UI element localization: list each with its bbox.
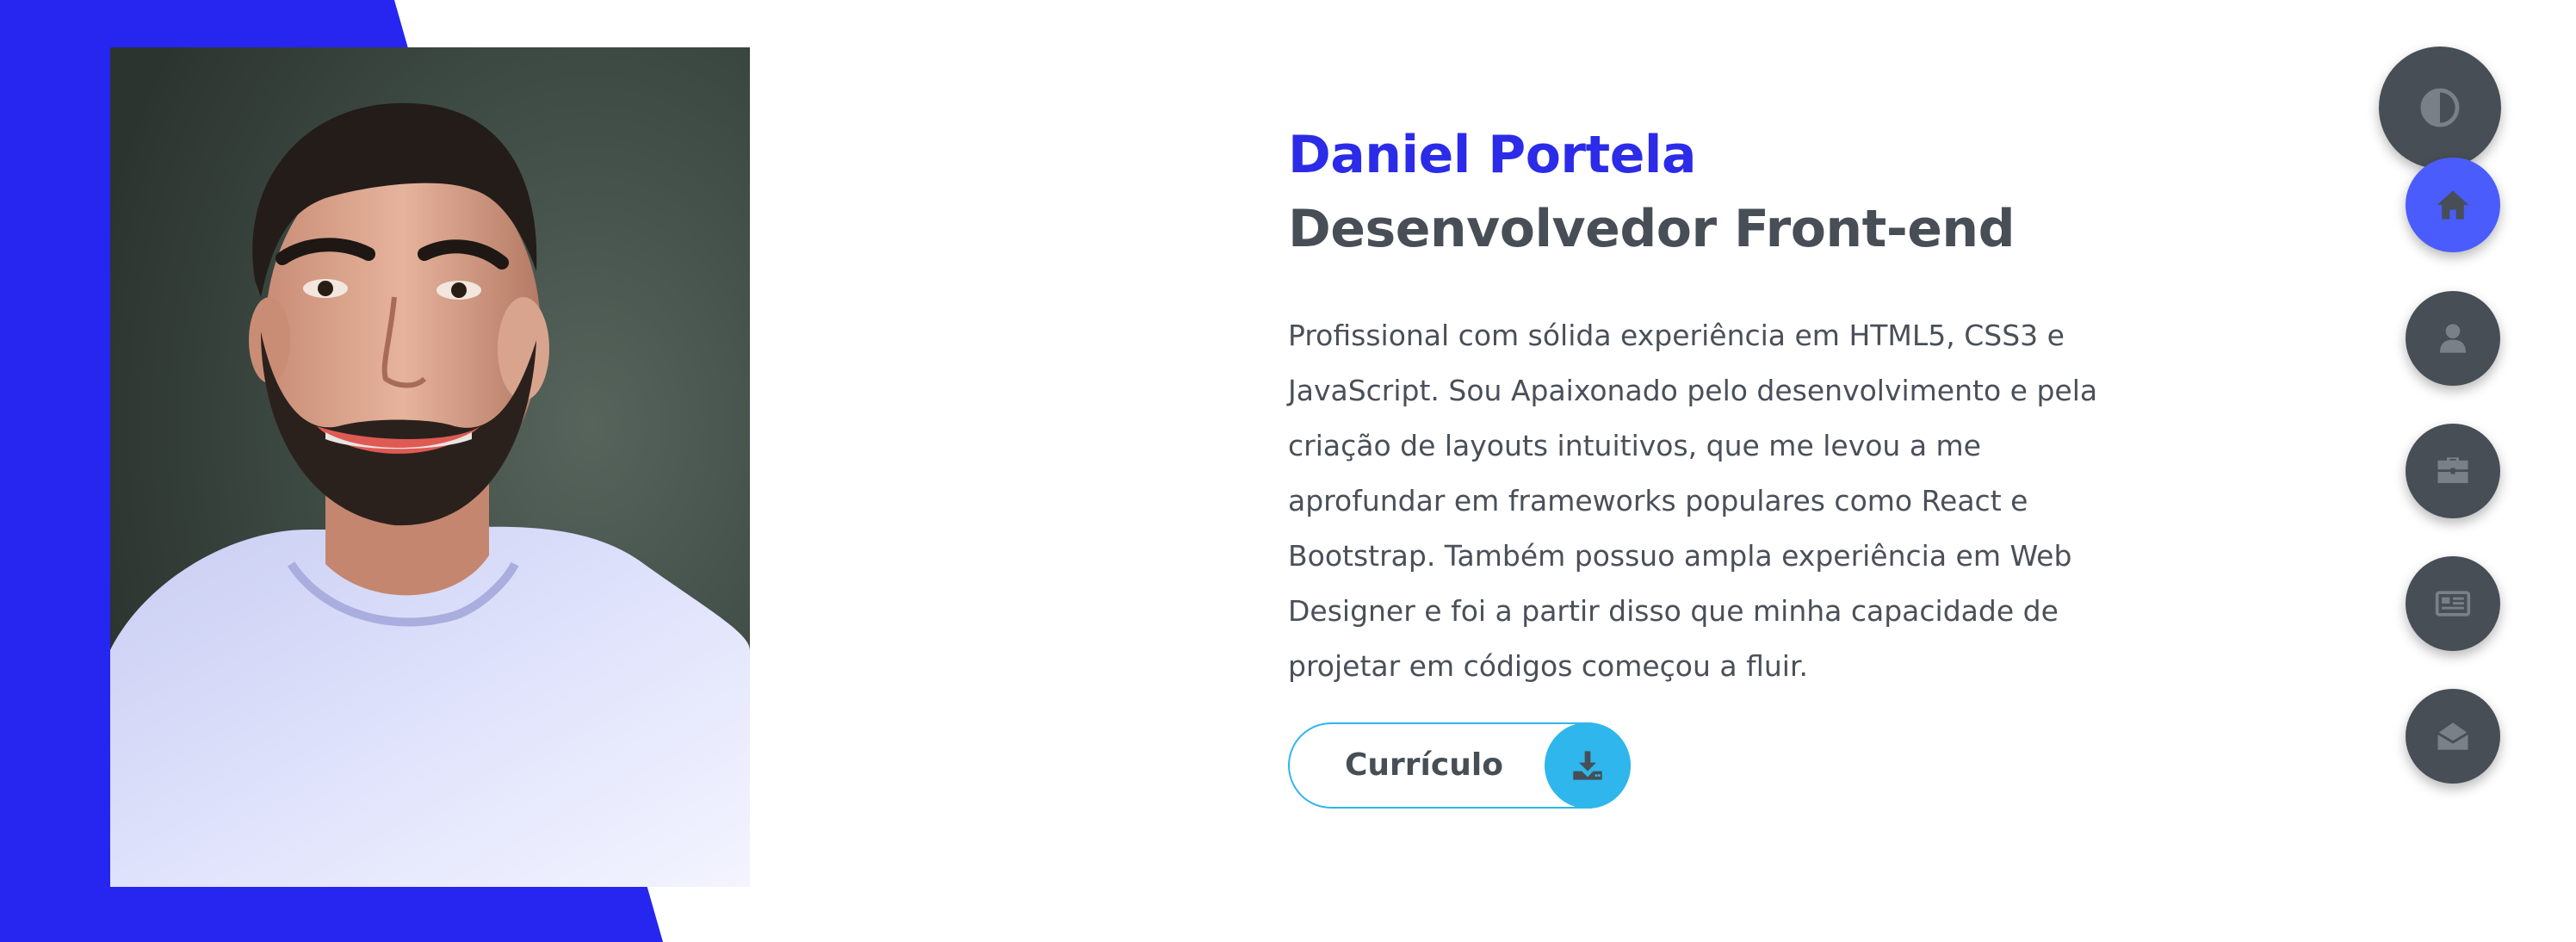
nav-blog-button[interactable] bbox=[2406, 556, 2500, 651]
about-section: Daniel Portela Desenvolvedor Front-end P… bbox=[0, 0, 2576, 942]
profile-name: Daniel Portela bbox=[1288, 125, 1696, 185]
profile-bio: Profissional com sólida experiência em H… bbox=[1288, 319, 2098, 683]
about-content: Daniel Portela Desenvolvedor Front-end P… bbox=[1288, 121, 2132, 809]
download-icon bbox=[1545, 722, 1631, 809]
nav-about-button[interactable] bbox=[2406, 291, 2500, 386]
profile-photo bbox=[110, 47, 750, 887]
newspaper-icon bbox=[2435, 591, 2471, 617]
envelope-open-icon bbox=[2437, 722, 2469, 750]
user-icon bbox=[2440, 324, 2466, 353]
theme-toggle-button[interactable] bbox=[2379, 46, 2501, 169]
nav-portfolio-button[interactable] bbox=[2406, 424, 2500, 518]
cv-button-label: Currículo bbox=[1345, 747, 1503, 783]
nav-contact-button[interactable] bbox=[2406, 689, 2500, 784]
nav-home-button[interactable] bbox=[2406, 158, 2500, 252]
home-icon bbox=[2437, 190, 2469, 220]
contrast-icon bbox=[2420, 88, 2460, 127]
download-cv-button[interactable]: Currículo bbox=[1288, 722, 1631, 809]
profile-role: Desenvolvedor Front-end bbox=[1288, 199, 2016, 259]
briefcase-icon bbox=[2437, 457, 2468, 483]
